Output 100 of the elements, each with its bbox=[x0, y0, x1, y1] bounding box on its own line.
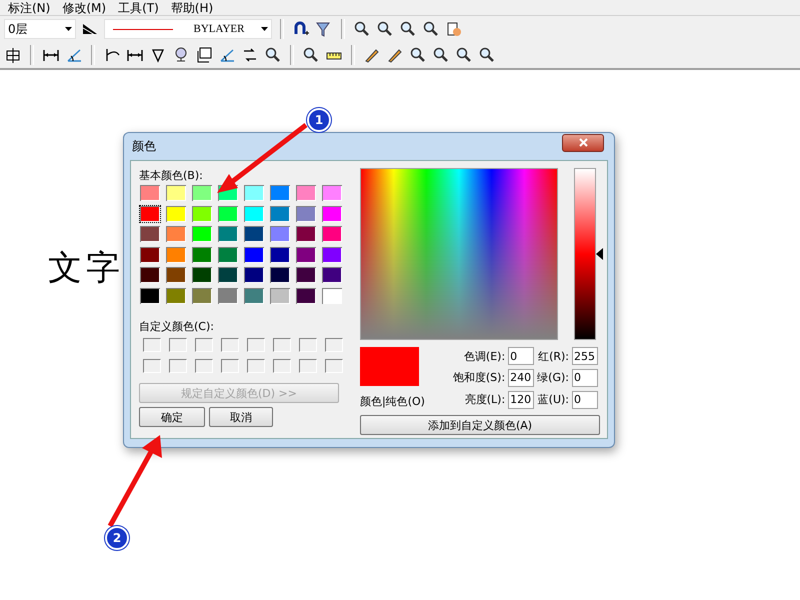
color-swatch[interactable] bbox=[321, 286, 343, 304]
value-field[interactable]: 255 bbox=[572, 347, 598, 366]
color-swatch[interactable] bbox=[139, 184, 161, 202]
menu-item[interactable]: 帮助(H) bbox=[170, 1, 214, 15]
zoom-icon[interactable] bbox=[478, 46, 496, 64]
color-swatch[interactable] bbox=[191, 266, 213, 284]
color-swatch[interactable] bbox=[217, 246, 239, 264]
custom-color-slot[interactable] bbox=[247, 359, 265, 373]
color-swatch[interactable] bbox=[269, 204, 291, 222]
color-swatch[interactable] bbox=[165, 184, 187, 202]
color-swatch[interactable] bbox=[217, 204, 239, 222]
value-field[interactable]: 0 bbox=[508, 347, 534, 366]
color-swatch[interactable] bbox=[191, 286, 213, 304]
zoom-icon[interactable] bbox=[376, 20, 394, 38]
color-swatch[interactable] bbox=[243, 204, 265, 222]
color-swatch[interactable] bbox=[295, 246, 317, 264]
color-swatch[interactable] bbox=[321, 246, 343, 264]
menu-item[interactable]: 标注(N) bbox=[8, 1, 50, 15]
color-swatch[interactable] bbox=[191, 246, 213, 264]
color-swatch[interactable] bbox=[295, 204, 317, 222]
ok-button[interactable]: 确定 bbox=[139, 407, 205, 427]
zoom-icon[interactable] bbox=[302, 46, 320, 64]
frame-icon[interactable] bbox=[195, 46, 213, 64]
custom-color-slot[interactable] bbox=[247, 338, 265, 352]
zoom-icon[interactable] bbox=[399, 20, 417, 38]
magnet-icon[interactable] bbox=[292, 20, 310, 38]
color-swatch[interactable] bbox=[165, 266, 187, 284]
custom-color-slot[interactable] bbox=[299, 359, 317, 373]
color-swatch[interactable] bbox=[269, 286, 291, 304]
color-swatch[interactable] bbox=[191, 184, 213, 202]
custom-color-slot[interactable] bbox=[299, 338, 317, 352]
color-swatch[interactable] bbox=[165, 286, 187, 304]
zoom-icon[interactable] bbox=[409, 46, 427, 64]
color-swatch[interactable] bbox=[139, 225, 161, 243]
color-swatch[interactable] bbox=[269, 246, 291, 264]
close-button[interactable] bbox=[562, 134, 604, 152]
menu-item[interactable]: 工具(T) bbox=[118, 1, 159, 15]
color-swatch[interactable] bbox=[269, 184, 291, 202]
custom-color-slot[interactable] bbox=[273, 359, 291, 373]
custom-color-slot[interactable] bbox=[325, 359, 343, 373]
grid-icon[interactable] bbox=[4, 46, 22, 64]
canvas-text: 文字 bbox=[48, 247, 124, 290]
color-spectrum[interactable] bbox=[360, 168, 558, 340]
color-swatch[interactable] bbox=[217, 225, 239, 243]
custom-color-slot[interactable] bbox=[169, 338, 187, 352]
value-field[interactable]: 0 bbox=[572, 368, 598, 387]
color-swatch[interactable] bbox=[165, 246, 187, 264]
color-swatch[interactable] bbox=[321, 184, 343, 202]
custom-color-slot[interactable] bbox=[221, 359, 239, 373]
color-swatch[interactable] bbox=[191, 204, 213, 222]
color-swatch[interactable] bbox=[321, 266, 343, 284]
custom-color-slot[interactable] bbox=[221, 338, 239, 352]
custom-color-slot[interactable] bbox=[195, 338, 213, 352]
custom-color-slot[interactable] bbox=[195, 359, 213, 373]
color-swatch[interactable] bbox=[295, 184, 317, 202]
custom-color-slot[interactable] bbox=[273, 338, 291, 352]
custom-color-slot[interactable] bbox=[325, 338, 343, 352]
color-swatch[interactable] bbox=[139, 246, 161, 264]
menu-item[interactable]: 修改(M) bbox=[62, 1, 106, 15]
linetype-dropdown[interactable]: BYLAYER bbox=[104, 19, 272, 39]
color-swatch[interactable] bbox=[243, 266, 265, 284]
value-field[interactable]: 0 bbox=[572, 390, 598, 409]
zoom-icon[interactable] bbox=[422, 20, 440, 38]
zoom-icon[interactable] bbox=[353, 20, 371, 38]
color-swatch[interactable] bbox=[165, 225, 187, 243]
luminance-slider-arrow[interactable] bbox=[596, 248, 603, 260]
dialog-title: 颜色 bbox=[132, 138, 157, 155]
color-swatch[interactable] bbox=[191, 225, 213, 243]
color-swatch[interactable] bbox=[217, 286, 239, 304]
custom-color-slot[interactable] bbox=[143, 338, 161, 352]
color-swatch[interactable] bbox=[321, 225, 343, 243]
color-swatch[interactable] bbox=[243, 225, 265, 243]
custom-color-slot[interactable] bbox=[169, 359, 187, 373]
color-swatch[interactable] bbox=[139, 286, 161, 304]
funnel-icon[interactable] bbox=[315, 20, 333, 38]
color-swatch[interactable] bbox=[321, 204, 343, 222]
zoom-icon[interactable] bbox=[264, 46, 282, 64]
color-swatch[interactable] bbox=[217, 266, 239, 284]
color-swatch[interactable] bbox=[165, 204, 187, 222]
add-to-custom-colors-button[interactable]: 添加到自定义颜色(A) bbox=[360, 415, 600, 435]
zoom-icon[interactable] bbox=[455, 46, 473, 64]
swap-icon[interactable] bbox=[241, 46, 259, 64]
color-swatch[interactable] bbox=[269, 266, 291, 284]
cancel-button[interactable]: 取消 bbox=[209, 407, 273, 427]
color-swatch[interactable] bbox=[139, 204, 161, 222]
color-swatch[interactable] bbox=[295, 286, 317, 304]
color-swatch[interactable] bbox=[243, 246, 265, 264]
color-swatch[interactable] bbox=[295, 266, 317, 284]
field-label: 红(R): bbox=[537, 348, 569, 364]
color-swatch[interactable] bbox=[269, 225, 291, 243]
color-swatch[interactable] bbox=[243, 286, 265, 304]
color-swatch[interactable] bbox=[295, 225, 317, 243]
value-field[interactable]: 240 bbox=[508, 368, 534, 387]
layer-dropdown[interactable]: 0层 bbox=[4, 19, 76, 39]
luminance-bar[interactable] bbox=[574, 168, 596, 340]
color-swatch[interactable] bbox=[139, 266, 161, 284]
zoom-icon[interactable] bbox=[432, 46, 450, 64]
custom-color-slot[interactable] bbox=[143, 359, 161, 373]
color-swatch[interactable] bbox=[243, 184, 265, 202]
value-field[interactable]: 120 bbox=[508, 390, 534, 409]
